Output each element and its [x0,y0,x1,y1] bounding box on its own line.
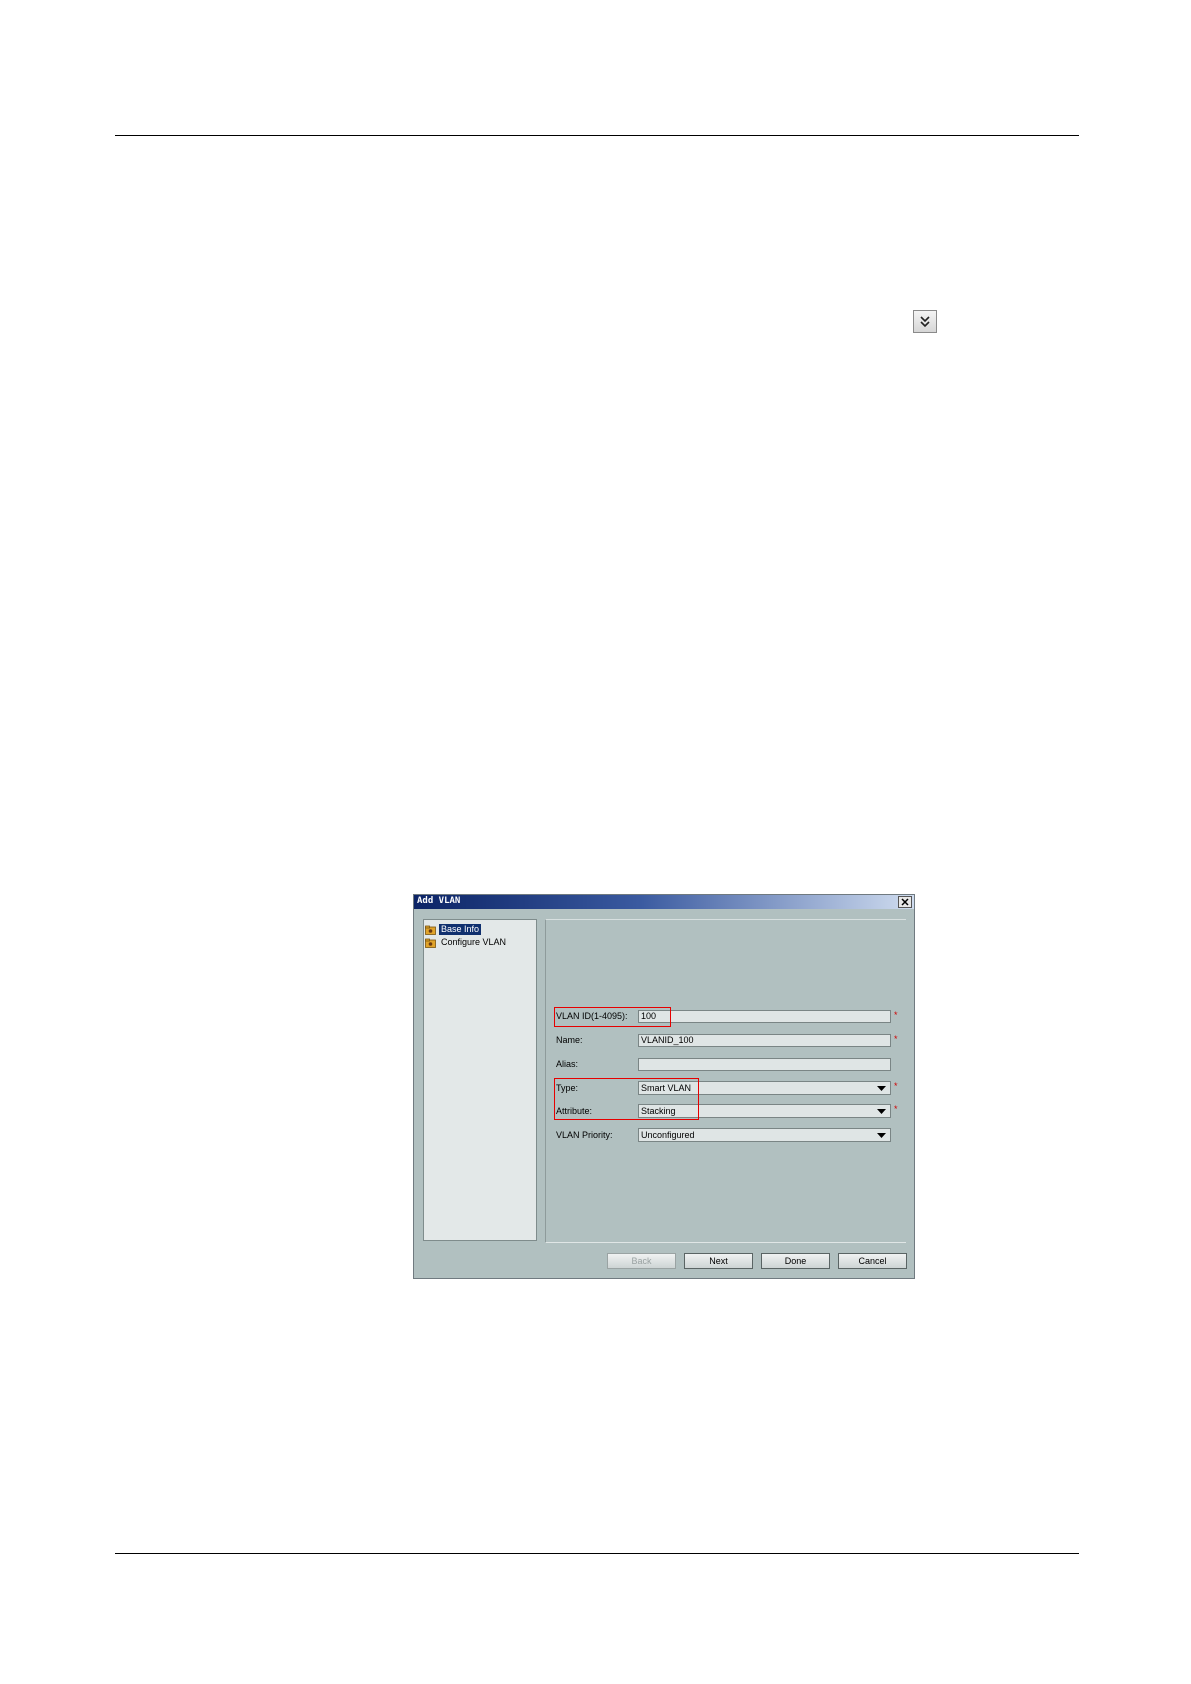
back-button[interactable]: Back [607,1253,676,1269]
vlan-priority-select-value: Unconfigured [641,1130,695,1140]
cancel-button[interactable]: Cancel [838,1253,907,1269]
expand-button[interactable] [913,310,937,333]
tree-item-label: Base Info [439,924,482,935]
footer-rule [115,1553,1079,1554]
required-mark: * [894,1081,898,1091]
required-mark: * [894,1104,898,1114]
vlan-priority-select[interactable]: Unconfigured [638,1128,891,1142]
close-icon [901,898,909,906]
name-label: Name: [556,1035,583,1045]
tree-item-base-info[interactable]: Base Info [425,923,482,936]
done-button[interactable]: Done [761,1253,830,1269]
required-mark: * [894,1010,898,1020]
double-chevron-down-icon [920,315,930,327]
vlan-id-input[interactable]: 100 [638,1010,891,1023]
close-button[interactable] [898,896,912,908]
header-rule [115,135,1079,136]
navigation-tree: Base Info Configure VLAN [423,919,537,1241]
dialog-title: Add VLAN [417,896,461,906]
name-input[interactable]: VLANID_100 [638,1034,891,1047]
add-vlan-dialog: Add VLAN Base Info Configure VLAN VLAN I… [413,894,915,1279]
dialog-titlebar: Add VLAN [414,895,914,909]
dropdown-arrow-icon [877,1133,886,1138]
folder-gear-icon [425,938,436,948]
tree-item-configure-vlan[interactable]: Configure VLAN [425,936,508,949]
tree-item-label: Configure VLAN [441,937,507,947]
required-mark: * [894,1034,898,1044]
alias-input[interactable] [638,1058,891,1071]
folder-gear-icon [425,925,436,935]
dropdown-arrow-icon [877,1109,886,1114]
alias-label: Alias: [556,1059,579,1069]
vlan-priority-label: VLAN Priority: [556,1130,613,1140]
highlight-box-vlan-id [554,1007,671,1027]
highlight-box-type-attribute [554,1078,699,1120]
dropdown-arrow-icon [877,1086,886,1091]
next-button[interactable]: Next [684,1253,753,1269]
